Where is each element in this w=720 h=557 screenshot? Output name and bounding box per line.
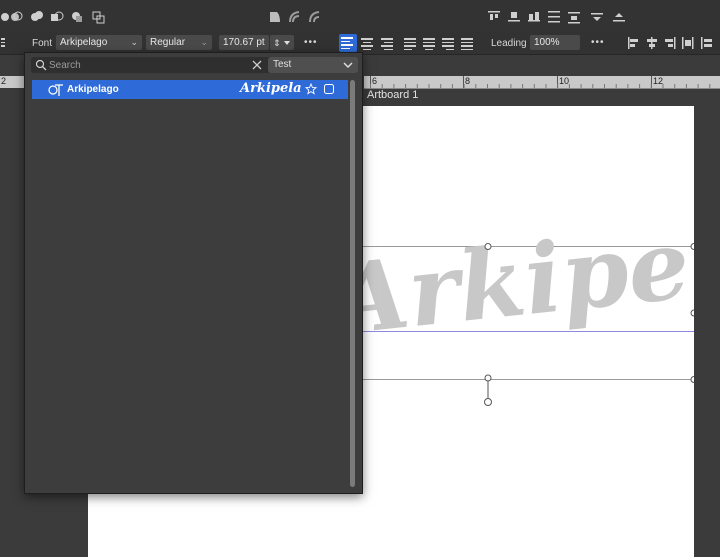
font-size-stepper[interactable]: ⇕ [270,35,294,50]
align-left-button[interactable] [339,34,357,52]
distribute-vertical-icon[interactable] [547,10,561,24]
align-objects-more-icon[interactable] [700,36,714,50]
font-preview: Arkipela [240,81,302,96]
frame-handle [690,376,694,383]
font-size-input[interactable]: 170.67 pt [219,35,269,50]
arrange-backward-icon[interactable] [288,10,302,24]
more-options-button[interactable]: ••• [304,37,318,48]
scrollbar[interactable] [350,80,355,487]
ruler-tick-label: 8 [465,76,471,86]
frame-handle [690,243,694,250]
rotation-handle [484,398,492,406]
arrange-forward-icon[interactable] [308,10,322,24]
chevron-down-icon: ⌄ [200,37,208,47]
stepper-icon: ⇕ [273,39,290,49]
boolean-combine-icon[interactable] [92,10,106,24]
space-evenly-icon[interactable] [567,10,581,24]
font-style-value: Regular [150,37,186,48]
chevron-down-icon [343,62,353,68]
align-bottom-icon[interactable] [527,10,541,24]
align-objects-center-icon[interactable] [645,36,659,50]
boolean-divide-icon[interactable] [70,10,84,24]
more-options-button[interactable]: ••• [591,37,605,48]
font-family-dropdown[interactable]: Arkipelago ⌄ [56,35,142,50]
justify-right-button[interactable] [441,36,455,50]
search-icon [35,59,47,71]
font-list-item[interactable]: Arkipelago Arkipela [32,80,348,99]
justify-center-button[interactable] [422,36,436,50]
artboard-label[interactable]: Artboard 1 [367,89,418,101]
font-source-icon[interactable] [323,83,335,95]
align-center-button[interactable] [360,36,374,50]
chevron-down-icon: ⌄ [130,37,138,47]
font-filter-dropdown[interactable]: Test [268,57,358,73]
opentype-icon [48,84,63,96]
clear-search-icon[interactable] [252,60,262,70]
ruler-tick-label: 2 [1,76,7,86]
frame-handle [484,243,492,250]
top-toolbar [0,0,720,32]
align-middle-icon[interactable] [507,10,521,24]
font-name: Arkipelago [67,84,119,95]
justify-all-button[interactable] [460,36,474,50]
search-input[interactable] [49,58,249,72]
favorite-star-icon[interactable] [305,83,317,95]
transform-rotate-icon[interactable] [612,10,626,24]
justify-left-button[interactable] [403,36,417,50]
svg-text:⇕: ⇕ [273,39,281,49]
boolean-subtract-icon[interactable] [10,10,24,24]
font-filter-value: Test [273,59,292,70]
ruler-tick-label: 10 [559,76,570,86]
leading-input[interactable]: 100% [530,35,580,50]
align-objects-right-icon[interactable] [663,36,677,50]
frame-handle [484,374,492,382]
distribute-horizontal-icon[interactable] [681,36,695,50]
boolean-xor-icon[interactable] [50,10,64,24]
ruler-left-segment: 2 [0,76,24,88]
font-family-value: Arkipelago [60,37,108,48]
frame-handle [690,309,694,317]
horizontal-ruler[interactable]: 6 8 10 12 [364,76,720,89]
panel-toggle-icon[interactable] [0,36,6,50]
font-search-box[interactable] [31,57,288,73]
font-panel: Test Arkipelago Arkipela [24,52,363,494]
boolean-intersect-icon[interactable] [30,10,44,24]
align-top-icon[interactable] [487,10,501,24]
font-label: Font [32,38,53,49]
transform-flip-icon[interactable] [590,10,604,24]
font-size-value: 170.67 pt [223,37,265,48]
align-objects-left-icon[interactable] [627,36,641,50]
leading-label: Leading [491,38,527,49]
arrange-back-icon[interactable] [268,10,282,24]
font-style-dropdown[interactable]: Regular ⌄ [146,35,212,50]
ruler-tick-label: 6 [372,76,378,86]
ruler-tick-label: 12 [653,76,664,86]
leading-value: 100% [534,37,560,48]
ruler-ticks [370,76,711,88]
align-right-button[interactable] [380,36,394,50]
